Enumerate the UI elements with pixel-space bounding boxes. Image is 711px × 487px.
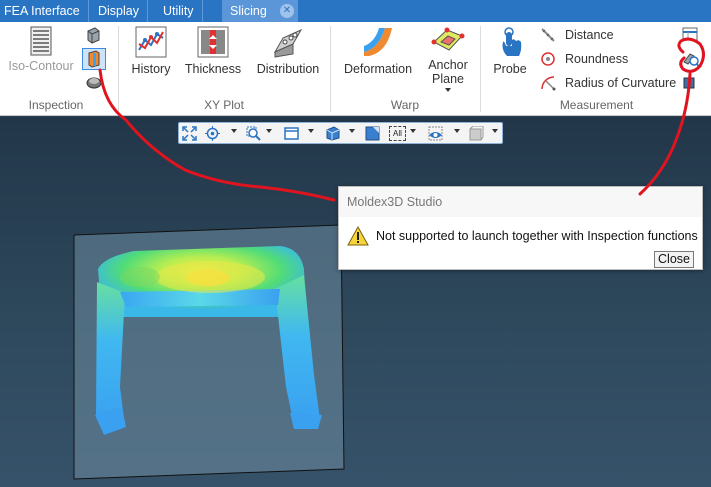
distance-label: Distance (565, 28, 614, 42)
close-button[interactable]: Close (654, 251, 694, 268)
iso-contour-label: Iso-Contour (8, 59, 74, 73)
tab-label: Utility (163, 4, 194, 18)
deformation-button[interactable]: Deformation (340, 26, 416, 76)
tab-label: FEA Interface (4, 4, 80, 18)
anchor-plane-icon (431, 27, 465, 51)
table-icon (682, 27, 698, 41)
probe-hand-icon (502, 27, 522, 56)
group-divider (330, 26, 331, 112)
dialog-body: Not supported to launch together with In… (339, 217, 702, 269)
roundness-label: Roundness (565, 52, 629, 66)
tab-fea-interface[interactable]: FEA Interface (0, 0, 89, 22)
probe-label: Probe (493, 62, 527, 76)
anchor-plane-button[interactable]: Anchor Plane (422, 26, 474, 92)
radius-label: Radius of Curvature (565, 76, 677, 90)
model-scene (73, 224, 345, 480)
distribution-label: Distribution (256, 62, 320, 76)
group-divider (480, 26, 481, 112)
magnifier-part-icon (683, 53, 700, 68)
dialog-title: Moldex3D Studio (347, 195, 443, 209)
iso-contour-button[interactable]: Iso-Contour (6, 26, 76, 73)
close-tab-icon[interactable]: ✕ (280, 4, 294, 18)
cube-icon (87, 27, 100, 44)
probe-button[interactable]: Probe (488, 26, 532, 76)
partial-icon (683, 77, 695, 89)
tab-label: Slicing (230, 4, 267, 18)
measurement-group-label: Measurement (559, 98, 634, 112)
ruler-icon (541, 28, 555, 42)
tab-label: Display (98, 4, 139, 18)
history-button[interactable]: History (126, 26, 176, 76)
iso-contour-icon (30, 26, 52, 56)
measurement-table-button[interactable] (682, 26, 698, 45)
slice-plane-icon (88, 50, 100, 68)
ribbon: Iso-Contour Inspection History Thickness… (0, 22, 711, 116)
3d-viewport[interactable]: All (0, 117, 711, 487)
warp-group-label: Warp (390, 98, 420, 112)
ribbon-tab-bar: FEA Interface Display Utility Slicing ✕ (0, 0, 711, 22)
measurement-inspect-button[interactable] (682, 50, 700, 71)
curvature-icon (541, 76, 556, 91)
inspection-group-label: Inspection (28, 98, 84, 112)
inspection-clip-button[interactable] (85, 74, 103, 93)
history-label: History (131, 62, 171, 76)
roundness-icon (541, 52, 555, 66)
measurement-extra-button[interactable] (682, 75, 696, 94)
plane-label: Plane (432, 72, 464, 86)
inspection-slice-button[interactable] (82, 48, 106, 70)
clip-icon (86, 77, 102, 89)
thickness-label: Thickness (184, 62, 242, 76)
history-chart-icon (135, 26, 167, 58)
distribution-button[interactable]: Distribution (253, 26, 323, 76)
distribution-icon (273, 28, 303, 58)
dropdown-arrow-icon (445, 88, 451, 92)
inspection-cube-button[interactable] (84, 26, 102, 47)
deformation-icon (364, 28, 392, 56)
dialog-message: Not supported to launch together with In… (376, 229, 698, 243)
xyplot-group-label: XY Plot (204, 98, 244, 112)
warning-icon (347, 226, 369, 246)
thickness-icon (197, 26, 229, 58)
tab-utility[interactable]: Utility (155, 0, 203, 22)
deformation-label: Deformation (343, 62, 413, 76)
tab-display[interactable]: Display (90, 0, 148, 22)
anchor-label: Anchor (428, 58, 468, 72)
thickness-button[interactable]: Thickness (181, 26, 245, 76)
group-divider (118, 26, 119, 112)
message-dialog: Moldex3D Studio Not supported to launch … (338, 186, 703, 270)
